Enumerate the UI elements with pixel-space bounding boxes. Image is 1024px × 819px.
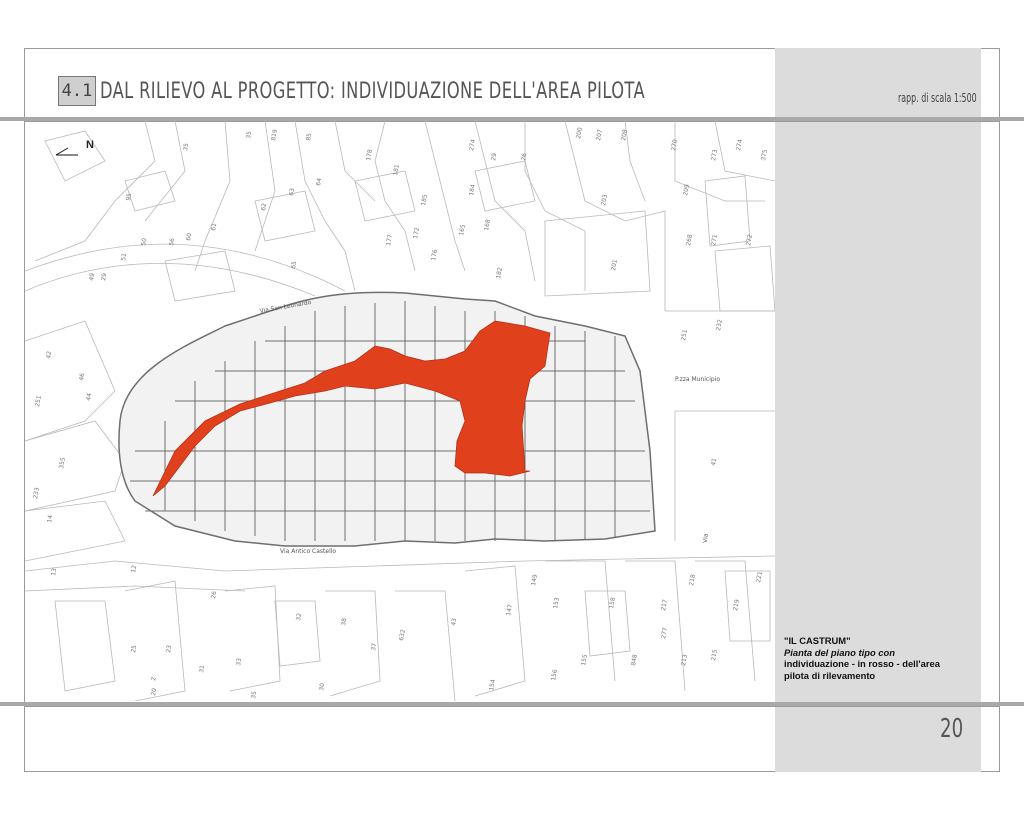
parcel-number: 153 [552,597,561,610]
page-number: 20 [940,714,964,744]
parcel-number: 268 [685,234,694,247]
parcel-number: 61 [210,222,218,231]
parcel-number: 251 [680,329,689,342]
parcel-number: 13 [50,567,58,576]
parcel-number: 51 [120,252,128,261]
page-title: Dal rilievo al progetto: individuazione … [100,79,645,104]
parcel-number: 632 [398,629,407,642]
parcel-number: 217 [660,599,669,612]
parcel-number: 37 [370,642,378,651]
caption-line-2: individuazione - in rosso - dell'area [784,658,940,669]
parcel-number: 819 [270,129,279,142]
parcel-number: 38 [340,617,348,626]
parcel-number: 65 [290,260,298,269]
parcel-number: 63 [288,187,296,196]
parcel-number: 147 [505,604,514,617]
parcel-number: 177 [385,234,394,247]
parcel-number: 26 [520,152,528,161]
parcel-number: 178 [365,149,374,162]
parcel-number: 46 [78,372,86,381]
parcel-number: 181 [392,164,401,177]
parcel-number: 31 [198,664,206,673]
north-label: N [86,139,94,151]
parcel-number: 165 [458,224,467,237]
parcel-number: 2 [150,676,158,681]
parcel-number: 56 [168,237,176,246]
parcel-number: 85 [305,132,313,141]
caption-line-3: pilota di rilevamento [784,669,876,681]
north-arrow-icon [55,147,78,156]
parcel-number: 215 [710,649,719,662]
site-plan-svg: Via San Leonardo Via Antico Castello P.z… [25,121,775,701]
parcel-number: 156 [550,669,559,682]
parcel-number: 233 [32,487,41,500]
street-via: Via [702,533,710,543]
parcel-number: 185 [420,194,429,207]
parcel-number: 41 [710,457,718,466]
parcel-number: 209 [682,184,691,197]
parcel-number: 176 [430,249,439,262]
parcel-number: 95 [125,192,133,201]
street-piazza-municipio: P.zza Municipio [675,376,720,383]
parcel-number: 62 [260,202,268,211]
parcel-number: 219 [732,599,741,612]
parcel-number: 182 [495,267,504,280]
figure-caption: "IL CASTRUM" Pianta del piano tipo con i… [784,635,958,681]
parcel-number: 35 [245,130,253,139]
parcel-number: 213 [680,654,689,667]
parcel-number: 33 [235,657,243,666]
parcel-number: 26 [210,590,218,599]
parcel-number: 42 [45,350,53,359]
parcel-number: 848 [630,654,639,667]
caption-heading: "IL CASTRUM" [784,635,851,646]
parcel-number: 64 [315,177,323,186]
parcel-number: 25 [130,644,138,653]
parcel-number: 155 [580,654,589,667]
parcel-number: 158 [608,597,617,610]
parcel-number: 184 [468,184,477,197]
parcel-number: 32 [295,612,303,621]
parcel-number: 203 [600,194,609,207]
parcel-number: 29 [100,272,108,281]
parcel-number: 43 [450,617,458,626]
parcel-number: 50 [140,237,148,246]
scale-label: rapp. di scala 1:500 [898,91,977,105]
parcel-number: 168 [483,219,492,232]
parcel-number: 251 [34,395,43,408]
caption-line-1: Pianta del piano tipo con [784,646,895,658]
parcel-number: 20 [150,687,158,696]
parcel-number: 375 [760,149,769,162]
parcel-number: 30 [318,682,326,691]
section-number: 4.1 [58,76,96,106]
parcel-number: 355 [58,457,67,470]
parcel-number: 274 [735,139,744,152]
parcel-number: 207 [595,129,604,142]
parcel-number: 272 [745,234,754,247]
parcel-number: 277 [660,627,669,640]
parcel-number: 12 [130,564,138,573]
parcel-number: 35 [182,142,190,151]
parcel-number: 232 [715,319,724,332]
parcel-number: 273 [710,149,719,162]
parcel-number: 29 [490,152,498,161]
parcel-number: 172 [412,227,421,240]
parcel-number: 221 [755,571,764,584]
parcel-number: 218 [688,574,697,587]
parcel-number: 49 [88,272,96,281]
site-plan-map: Via San Leonardo Via Antico Castello P.z… [25,121,775,701]
parcel-number: 200 [575,127,584,140]
parcel-number: 201 [610,259,619,272]
parcel-number: 60 [185,232,193,241]
parcel-number: 274 [468,139,477,152]
street-antico-castello: Via Antico Castello [280,548,336,555]
parcel-number: 23 [165,644,173,653]
footer-divider-thin [24,706,1000,707]
parcel-number: 270 [670,139,679,152]
castrum-block-outline [118,291,656,547]
parcel-number: 271 [710,234,719,247]
parcel-number: 35 [250,690,258,699]
parcel-number: 149 [530,574,539,587]
parcel-number: 44 [85,392,93,401]
parcel-number: 14 [46,514,54,523]
